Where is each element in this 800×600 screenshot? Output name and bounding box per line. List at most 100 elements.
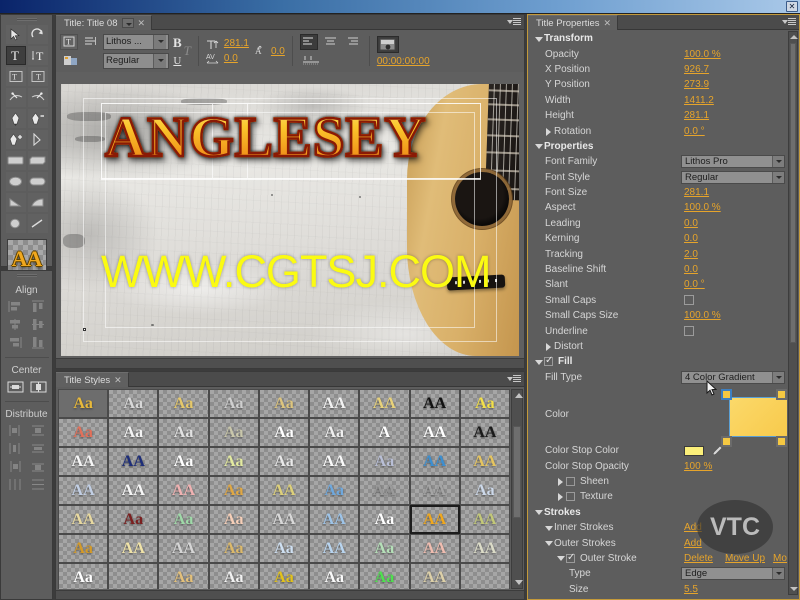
font-family-select[interactable]: Lithos Pro (681, 155, 785, 169)
style-swatch[interactable]: AA (409, 476, 460, 505)
style-swatch[interactable]: Aa (108, 418, 159, 447)
disclosure-triangle-icon[interactable] (557, 553, 566, 563)
style-swatch[interactable]: AA (309, 389, 360, 418)
style-swatch[interactable]: Aa (58, 418, 109, 447)
inner-strokes-add-link[interactable]: Add (684, 522, 702, 533)
vertical-path-type-tool[interactable] (27, 88, 48, 107)
style-swatch[interactable]: AA (459, 534, 510, 563)
round-rect-2-tool[interactable] (27, 172, 48, 191)
row-value[interactable]: 100 % (684, 461, 712, 472)
style-swatch[interactable]: Aa (108, 389, 159, 418)
align-right-text-button[interactable] (344, 34, 362, 50)
gradient-stop-top-right[interactable] (776, 388, 787, 400)
chevron-down-icon[interactable] (772, 371, 784, 383)
style-swatch[interactable]: Aa (158, 563, 209, 589)
styles-vertical-scrollbar[interactable] (511, 389, 523, 589)
styles-panel-menu-icon[interactable] (507, 374, 521, 385)
line-tool[interactable] (27, 214, 48, 233)
section-properties[interactable]: Properties (529, 139, 787, 154)
chevron-down-icon[interactable] (772, 171, 784, 183)
style-swatch[interactable]: Aa (158, 505, 209, 534)
canvas-area[interactable]: ANGLESEY WWW.CGTSJ.COM (56, 72, 524, 368)
chevron-down-icon[interactable] (153, 53, 166, 68)
disclosure-triangle-icon[interactable] (545, 538, 554, 548)
style-swatch[interactable]: Aa (108, 505, 159, 534)
title-stage[interactable]: ANGLESEY WWW.CGTSJ.COM (61, 84, 519, 356)
underline-button[interactable]: U (173, 55, 181, 67)
distribute-even-h-button[interactable] (7, 477, 24, 492)
styles-tab-close-icon[interactable]: ✕ (114, 375, 122, 386)
distribute-bottom-button[interactable] (30, 459, 47, 474)
style-swatch[interactable]: Aa (208, 389, 259, 418)
style-swatch[interactable]: AA (409, 563, 460, 589)
style-swatch[interactable]: AA (409, 505, 460, 534)
color-stop-swatch[interactable] (684, 445, 704, 456)
style-swatch[interactable]: AA (359, 389, 410, 418)
scroll-down-icon[interactable] (512, 577, 523, 588)
style-swatch[interactable]: AA (309, 447, 360, 476)
distribute-left-button[interactable] (7, 423, 24, 438)
align-vertical-center-button[interactable] (30, 317, 47, 332)
row-value[interactable]: 1411.2 (684, 95, 714, 106)
kerning-value[interactable]: 0.0 (224, 53, 238, 64)
style-swatch[interactable]: Aa (309, 476, 360, 505)
disclosure-triangle-icon[interactable] (557, 476, 566, 486)
clipped-rect-tool[interactable] (27, 151, 48, 170)
rectangle-tool[interactable] (5, 151, 26, 170)
scrollbar-thumb[interactable] (790, 43, 796, 343)
style-swatch[interactable]: Aa (158, 418, 209, 447)
tracking-value[interactable]: 0.0 (271, 46, 285, 57)
panel-grip[interactable] (16, 18, 37, 21)
disclosure-triangle-icon[interactable] (545, 342, 554, 352)
align-right-button[interactable] (7, 335, 24, 350)
style-swatch[interactable]: Aa (459, 476, 510, 505)
style-swatch[interactable]: AA (459, 447, 510, 476)
tab-stops-button[interactable] (300, 53, 322, 69)
disclosure-triangle-icon[interactable] (535, 141, 544, 151)
align-left-button[interactable] (7, 299, 24, 314)
small-caps-checkbox[interactable] (684, 295, 694, 306)
area-type-tool[interactable]: T (5, 67, 26, 86)
style-swatch[interactable]: Aa (208, 563, 259, 589)
style-swatch[interactable]: AA (459, 418, 510, 447)
disclosure-triangle-icon[interactable] (535, 357, 544, 367)
style-swatch[interactable]: AA (258, 505, 310, 534)
tab-title-properties[interactable]: Title Properties ✕ (528, 15, 619, 30)
style-swatch[interactable]: Aa (359, 505, 410, 534)
roll-crawl-options-button[interactable] (81, 34, 99, 50)
row-value[interactable]: 100.0 % (684, 202, 721, 213)
delete-anchor-tool[interactable] (27, 109, 48, 128)
row-value[interactable]: 0.0 (684, 264, 698, 275)
style-swatch[interactable]: AA (258, 476, 310, 505)
style-swatch[interactable] (459, 563, 510, 589)
style-swatch[interactable]: AA (409, 389, 460, 418)
stroke-type-select[interactable]: Edge (681, 567, 785, 581)
style-swatch[interactable]: Aa (359, 447, 410, 476)
style-swatch[interactable]: AA (158, 534, 209, 563)
style-swatch[interactable]: AA (459, 505, 510, 534)
gradient-preview[interactable] (728, 396, 787, 437)
row-value[interactable]: 926.7 (684, 64, 709, 75)
fill-checkbox[interactable] (544, 355, 553, 367)
pen-tool[interactable] (5, 109, 26, 128)
align-horizontal-center-button[interactable] (7, 317, 24, 332)
row-value[interactable]: 100.0 % (684, 49, 721, 60)
align-top-button[interactable] (30, 299, 47, 314)
underline-checkbox[interactable] (684, 326, 694, 337)
props-panel-menu-icon[interactable] (782, 17, 796, 28)
tab-dropdown-icon[interactable] (121, 18, 134, 28)
style-swatch[interactable]: Aa (258, 534, 310, 563)
eyedropper-icon[interactable] (711, 445, 723, 457)
wedge-tool[interactable] (5, 193, 26, 212)
delete-stroke-link[interactable]: Delete (684, 553, 713, 564)
scroll-up-icon[interactable] (789, 32, 798, 42)
style-swatch[interactable]: AA (108, 476, 159, 505)
props-tab-close-icon[interactable]: ✕ (604, 18, 612, 29)
rotation-tool[interactable] (27, 25, 48, 44)
vertical-area-type-tool[interactable]: T (27, 67, 48, 86)
chevron-down-icon[interactable] (772, 156, 784, 168)
section-transform[interactable]: Transform (529, 31, 787, 46)
gradient-color-widget[interactable] (720, 388, 787, 447)
fill-type-select[interactable]: 4 Color Gradient (681, 370, 785, 384)
row-texture[interactable]: Texture (529, 489, 787, 504)
